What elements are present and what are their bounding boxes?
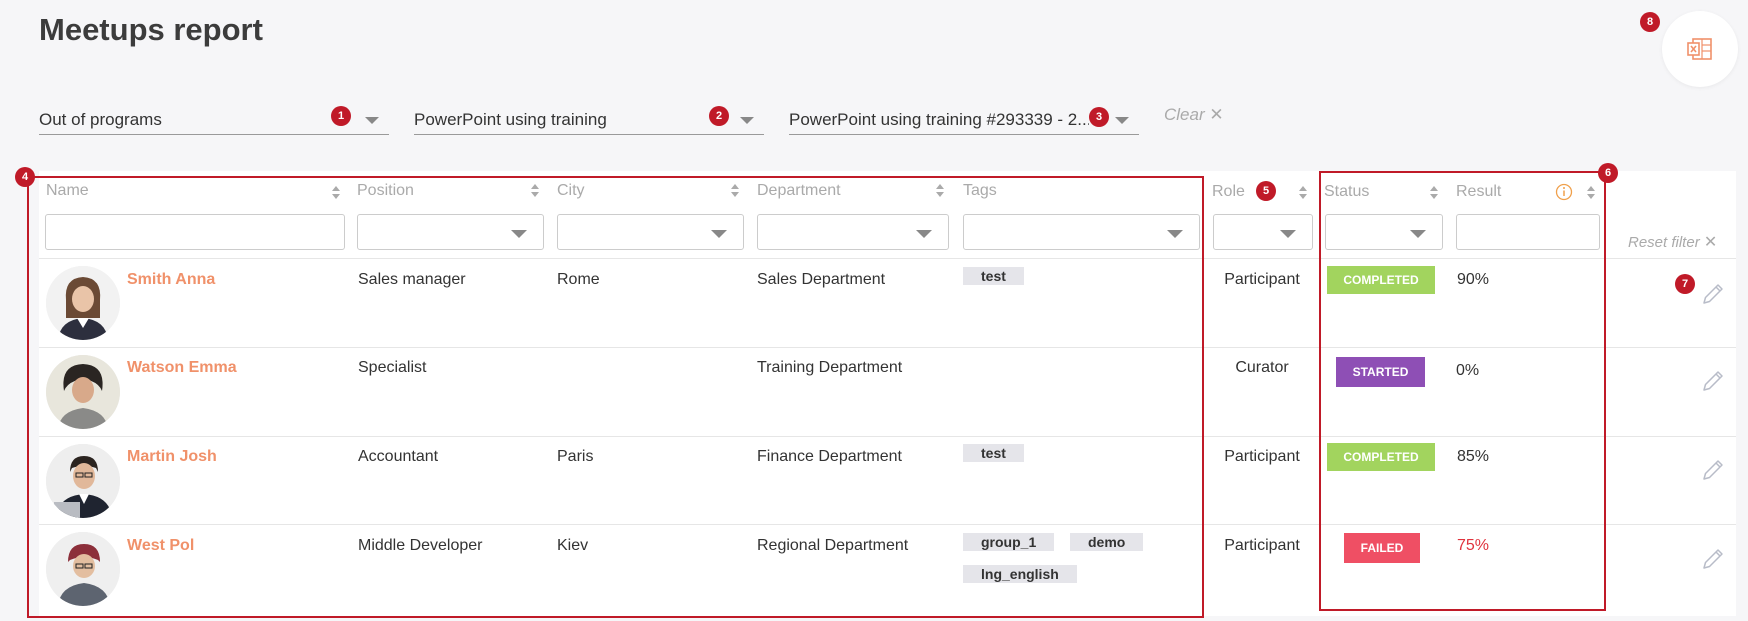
- meetup-filter-select[interactable]: PowerPoint using training #293339 - 2...: [789, 103, 1139, 135]
- annotation-badge-6: 6: [1598, 163, 1618, 183]
- row-role: Curator: [1235, 359, 1289, 376]
- annotation-badge-1: 1: [331, 106, 351, 126]
- course-filter-value: PowerPoint using training: [414, 110, 607, 129]
- reset-filter-label: Reset filter: [1628, 234, 1700, 251]
- sort-arrows-icon[interactable]: [1299, 186, 1307, 200]
- close-icon: ✕: [1703, 234, 1718, 251]
- program-filter-value: Out of programs: [39, 110, 162, 129]
- column-header-role[interactable]: Role: [1212, 183, 1245, 201]
- pencil-icon[interactable]: [1700, 368, 1726, 394]
- pencil-icon[interactable]: [1700, 281, 1726, 307]
- clear-filters-button[interactable]: Clear ✕: [1164, 105, 1224, 125]
- annotation-badge-7: 7: [1675, 274, 1695, 294]
- row-role: Participant: [1224, 537, 1300, 554]
- chevron-down-icon: [1115, 117, 1129, 124]
- row-role: Participant: [1224, 448, 1300, 465]
- annotation-box-user-info: [27, 176, 1204, 618]
- clear-label: Clear: [1164, 105, 1205, 124]
- role-filter-select[interactable]: [1213, 214, 1313, 250]
- close-icon: ✕: [1209, 105, 1224, 124]
- pencil-icon[interactable]: [1700, 546, 1726, 572]
- pencil-icon[interactable]: [1700, 457, 1726, 483]
- annotation-box-status-result: [1319, 171, 1606, 611]
- excel-export-icon: [1687, 38, 1712, 60]
- annotation-badge-8: 8: [1640, 12, 1660, 32]
- export-excel-button[interactable]: [1662, 11, 1738, 87]
- chevron-down-icon: [1280, 230, 1296, 238]
- meetup-filter-value: PowerPoint using training #293339 - 2...: [789, 110, 1089, 129]
- annotation-badge-5: 5: [1256, 181, 1276, 201]
- chevron-down-icon: [740, 117, 754, 124]
- annotation-badge-2: 2: [709, 106, 729, 126]
- annotation-badge-3: 3: [1089, 107, 1109, 127]
- annotation-badge-4: 4: [15, 167, 35, 187]
- page-title: Meetups report: [39, 12, 263, 47]
- reset-filter-button[interactable]: Reset filter ✕: [1628, 232, 1717, 252]
- chevron-down-icon: [365, 117, 379, 124]
- row-role: Participant: [1224, 271, 1300, 288]
